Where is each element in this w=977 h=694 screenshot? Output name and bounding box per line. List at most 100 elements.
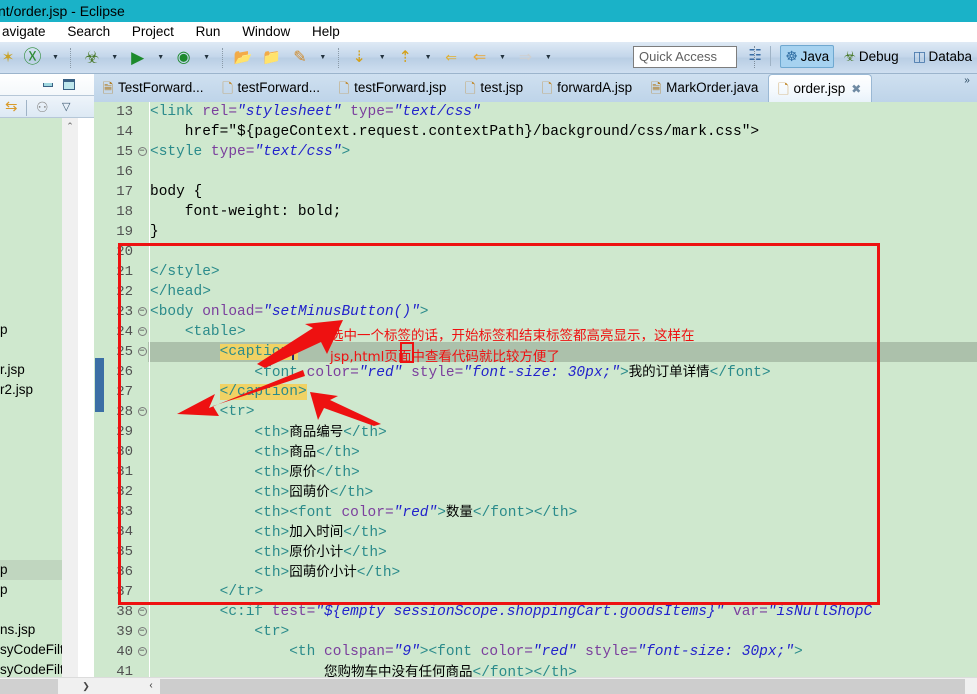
- perspective-database[interactable]: ◫ Databa: [907, 44, 977, 68]
- editor-tab[interactable]: 🗎 TestForward...: [94, 74, 214, 101]
- code-line[interactable]: <link rel="stylesheet" type="text/css": [150, 102, 977, 122]
- back-icon[interactable]: ⇐: [468, 42, 492, 73]
- new-java-class-icon[interactable]: Ⓧ: [20, 42, 44, 73]
- minimize-icon[interactable]: [40, 78, 55, 92]
- code-line[interactable]: href="${pageContext.request.contextPath}…: [150, 122, 977, 142]
- code-line[interactable]: <c:if test="${empty sessionScope.shoppin…: [150, 602, 977, 622]
- code-text[interactable]: <link rel="stylesheet" type="text/css" h…: [150, 102, 977, 677]
- maximize-icon[interactable]: [61, 78, 76, 92]
- perspective-java[interactable]: ☸ Java: [779, 44, 835, 68]
- editor-tab[interactable]: 🗋 order.jsp ✖: [768, 74, 873, 102]
- open-folder-icon[interactable]: 📁: [259, 42, 283, 73]
- editor-scroll-left-icon[interactable]: ‹: [142, 678, 160, 694]
- perspective-debug[interactable]: ☣ Debug: [838, 44, 904, 68]
- editor-tab[interactable]: 🗋 forwardA.jsp: [533, 74, 642, 101]
- new-wizard-icon[interactable]: ✶: [0, 42, 16, 73]
- link-with-editor-icon[interactable]: ⇆: [5, 98, 18, 116]
- fold-toggle[interactable]: −: [136, 142, 148, 162]
- debug-icon[interactable]: ☣: [80, 42, 104, 73]
- fold-toggle[interactable]: −: [136, 402, 148, 422]
- fold-toggle[interactable]: −: [136, 622, 148, 642]
- open-perspective-icon[interactable]: ☷: [746, 46, 764, 64]
- code-line[interactable]: [150, 242, 977, 262]
- editor-h-scroll-thumb[interactable]: [160, 679, 965, 694]
- code-line[interactable]: 您购物车中没有任何商品</font></th>: [150, 662, 977, 677]
- open-type-icon[interactable]: 📂: [231, 42, 255, 73]
- code-line[interactable]: <font color="red" style="font-size: 30px…: [150, 362, 977, 382]
- marker-dropdown-arrow[interactable]: ▼: [316, 42, 329, 73]
- scroll-right-icon[interactable]: ❯: [78, 678, 94, 694]
- scroll-up-icon[interactable]: ⌃: [62, 118, 78, 134]
- next-annotation-icon[interactable]: ⇣: [347, 42, 371, 73]
- editor-tab[interactable]: 🗋 test.jsp: [456, 74, 533, 101]
- collapse-all-icon[interactable]: ⚇: [36, 98, 49, 116]
- editor-tab[interactable]: 🗋 testForward.jsp: [330, 74, 456, 101]
- fold-toggle[interactable]: −: [136, 602, 148, 622]
- run-as-server-icon[interactable]: ◉: [172, 42, 196, 73]
- code-line[interactable]: <th>商品</th>: [150, 442, 977, 462]
- editor-tab[interactable]: 🗋 testForward...: [214, 74, 331, 101]
- folding-ruler[interactable]: − − − − − − − −: [136, 102, 148, 677]
- close-icon[interactable]: ✖: [851, 76, 861, 102]
- fold-toggle[interactable]: −: [136, 642, 148, 662]
- forward-dropdown-arrow[interactable]: ▼: [542, 42, 555, 73]
- code-line[interactable]: <th>加入时间</th>: [150, 522, 977, 542]
- code-editor[interactable]: 13 14 15 16 17 18 19 20 21 22 23 24 25 26 27 28 29 30 31 32…: [94, 102, 977, 694]
- code-line[interactable]: <style type="text/css">: [150, 142, 977, 162]
- menu-item-help[interactable]: Help: [303, 22, 349, 42]
- debug-dropdown-arrow[interactable]: ▼: [108, 42, 121, 73]
- code-line[interactable]: <tr>: [150, 402, 977, 422]
- line-number-ruler: 13 14 15 16 17 18 19 20 21 22 23 24 25 26 27 28 29 30 31 32…: [104, 102, 136, 680]
- code-line[interactable]: <body onload="setMinusButton()">: [150, 302, 977, 322]
- code-line[interactable]: <th>囧萌价小计</th>: [150, 562, 977, 582]
- project-explorer-horizontal-scrollbar[interactable]: ❯: [0, 677, 94, 694]
- fold-toggle[interactable]: −: [136, 342, 148, 362]
- back-dropdown-arrow[interactable]: ▼: [496, 42, 509, 73]
- run-dropdown-arrow[interactable]: ▼: [154, 42, 167, 73]
- code-line[interactable]: </head>: [150, 282, 977, 302]
- code-line[interactable]: </tr>: [150, 582, 977, 602]
- fold-toggle[interactable]: −: [136, 322, 148, 342]
- next-annotation-dropdown-arrow[interactable]: ▼: [376, 42, 389, 73]
- menu-item-navigate[interactable]: avigate: [0, 22, 55, 42]
- run-icon[interactable]: ▶: [126, 42, 150, 73]
- code-line[interactable]: </style>: [150, 262, 977, 282]
- editor-horizontal-scrollbar[interactable]: ‹: [94, 677, 977, 694]
- menu-item-run[interactable]: Run: [187, 22, 230, 42]
- previous-annotation-icon[interactable]: ⇡: [393, 42, 417, 73]
- menu-item-window[interactable]: Window: [233, 22, 299, 42]
- line-number: 30: [116, 444, 133, 460]
- code-line[interactable]: <th>原价</th>: [150, 462, 977, 482]
- code-line[interactable]: <th><font color="red">数量</font></th>: [150, 502, 977, 522]
- editor-tab-label: testForward...: [237, 80, 321, 95]
- run-as-dropdown-arrow[interactable]: ▼: [200, 42, 213, 73]
- annotation-text-line1: 选中一个标签的话，开始标签和结束标签都高亮显示，这样在: [330, 328, 695, 344]
- code-line[interactable]: </caption>: [150, 382, 977, 402]
- marker-ruler[interactable]: [94, 102, 104, 677]
- project-explorer-vertical-scrollbar[interactable]: ⌃ ⌄: [62, 118, 78, 694]
- menu-item-project[interactable]: Project: [123, 22, 183, 42]
- code-line[interactable]: <th>囧萌价</th>: [150, 482, 977, 502]
- code-line[interactable]: <th>原价小计</th>: [150, 542, 977, 562]
- marker-pen-icon[interactable]: ✎: [288, 42, 312, 73]
- code-line[interactable]: <tr>: [150, 622, 977, 642]
- previous-annotation-dropdown-arrow[interactable]: ▼: [422, 42, 435, 73]
- view-menu-icon[interactable]: ▽: [62, 98, 70, 116]
- code-line[interactable]: [150, 162, 977, 182]
- quick-access-input[interactable]: Quick Access: [633, 46, 737, 68]
- code-line[interactable]: <th>商品编号</th>: [150, 422, 977, 442]
- menu-item-search[interactable]: Search: [58, 22, 119, 42]
- forward-icon[interactable]: ⇒: [513, 42, 537, 73]
- fold-toggle[interactable]: −: [136, 302, 148, 322]
- horizontal-scroll-thumb[interactable]: [0, 679, 58, 694]
- new-dropdown-arrow[interactable]: ▼: [49, 42, 62, 73]
- last-edit-location-icon[interactable]: ⇐: [439, 42, 463, 73]
- code-line[interactable]: <th colspan="9"><font color="red" style=…: [150, 642, 977, 662]
- code-line[interactable]: font-weight: bold;: [150, 202, 977, 222]
- code-line[interactable]: body {: [150, 182, 977, 202]
- editor-tab-label: test.jsp: [480, 80, 524, 95]
- code-line[interactable]: }: [150, 222, 977, 242]
- editor-tab-label: MarkOrder.java: [666, 80, 759, 95]
- more-tabs-icon[interactable]: »: [959, 74, 975, 101]
- editor-tab[interactable]: 🗎 MarkOrder.java: [642, 74, 768, 101]
